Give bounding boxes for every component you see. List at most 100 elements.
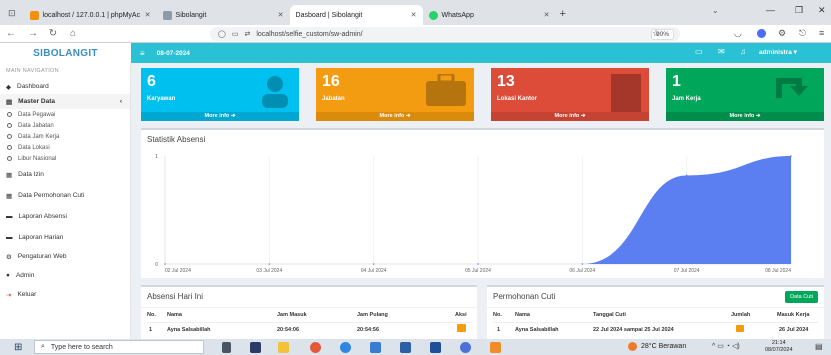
briefcase-icon [426, 74, 466, 106]
sidebar-sub-data-lokasi[interactable]: Data Lokasi [0, 142, 130, 153]
sidebar-item-dashboard[interactable]: ◆ Dashboard [0, 79, 130, 94]
menu-icon[interactable]: ≡ [819, 28, 824, 38]
cell-nama: Ayna Salsabillah [167, 327, 211, 333]
sidebar-toggle-icon[interactable]: ≡ [140, 49, 145, 58]
calendar-icon: ▦ [6, 171, 13, 179]
tab-sibolangit[interactable]: Sibolangit ✕ [157, 5, 290, 25]
sidebar-item-master-data[interactable]: ▤ Master Data ‹ [0, 94, 130, 109]
close-tab-icon[interactable]: ✕ [145, 11, 151, 19]
clock[interactable]: 21:14 08/07/2024 [765, 340, 793, 354]
sidebar-sub-data-pegawai[interactable]: Data Pegawai [0, 109, 130, 120]
sidebar-heading: MAIN NAVIGATION [6, 68, 59, 74]
sidebar-sub-data-jam-kerja[interactable]: Data Jam Kerja [0, 131, 130, 142]
vpn-icon[interactable] [757, 29, 766, 38]
url-text: localhost/selfie_custom/sw-admin/ [256, 30, 363, 38]
more-info-link[interactable]: More info ➔ [141, 112, 299, 121]
user-menu[interactable]: administra ▾ [759, 48, 797, 56]
col-header: No. [147, 312, 156, 318]
notifications-icon[interactable]: ▤ [815, 342, 823, 351]
file-explorer-icon[interactable] [278, 341, 289, 353]
cogs-icon: ⚙ [6, 253, 12, 261]
url-field[interactable]: ◯ ▭ ⇄ localhost/selfie_custom/sw-admin/ … [210, 27, 680, 41]
info-box-lokasi-kantor: 13 Lokasi Kantor More info ➔ [491, 68, 649, 121]
report-icon: ▬ [6, 213, 13, 220]
tab-label: WhatsApp [441, 11, 474, 19]
tab-label: Dasboard | Sibolangit [295, 11, 363, 19]
data-point [477, 263, 479, 265]
users-icon [262, 76, 288, 108]
tab-list-icon[interactable]: ⊡ [8, 8, 16, 19]
info-box-karyawan: 6 Karyawan More info ➔ [141, 68, 299, 121]
browser-tab-bar: ⊡ localhost / 127.0.0.1 | phpMyAc ✕ Sibol… [0, 0, 831, 25]
forward-icon[interactable]: → [26, 28, 40, 39]
jumlah-badge [736, 325, 744, 332]
maximize-icon[interactable]: ❐ [795, 5, 803, 16]
sidebar-item-laporan-absensi[interactable]: ▬ Laporan Absensi [0, 209, 130, 224]
close-window-icon[interactable]: ✕ [818, 5, 826, 16]
taskbar-search[interactable]: ⌕ Type here to search [34, 340, 204, 354]
settings-app-icon[interactable] [460, 341, 471, 353]
sidebar-item-label: Dashboard [17, 83, 49, 90]
col-header: Nama [515, 312, 530, 318]
mail-icon[interactable] [430, 341, 441, 353]
sidebar-item-keluar[interactable]: ⇥ Keluar [0, 287, 130, 302]
signout-icon: ⇥ [6, 291, 12, 299]
sidebar-item-data-izin[interactable]: ▦ Data Izin [0, 167, 130, 182]
sidebar-item-pengaturan-web[interactable]: ⚙ Pengaturan Web [0, 249, 130, 264]
tab-dashboard[interactable]: Dasboard | Sibolangit ✕ [289, 5, 423, 25]
sidebar-sub-data-jabatan[interactable]: Data Jabatan [0, 120, 130, 131]
minimize-icon[interactable]: — [766, 5, 775, 15]
back-icon[interactable]: ← [4, 28, 18, 39]
address-bar-row: ← → ↻ ⌂ ◯ ▭ ⇄ localhost/selfie_custom/sw… [0, 25, 831, 43]
x-tick-label: 08 Jul 2024 [765, 268, 791, 274]
chrome-icon[interactable] [340, 341, 351, 353]
close-tab-icon[interactable]: ✕ [411, 11, 417, 19]
windows-start-icon[interactable]: ⊞ [14, 342, 22, 353]
reload-icon[interactable]: ↻ [46, 28, 60, 39]
firefox-icon[interactable] [310, 341, 321, 353]
bell-icon[interactable]: ♫ [740, 47, 746, 56]
chevron-down-icon[interactable]: ⌄ [712, 6, 719, 15]
tab-whatsapp[interactable]: WhatsApp ✕ [423, 5, 556, 25]
cell-no: 1 [149, 327, 153, 333]
shield-icon: ◯ [218, 31, 226, 38]
share-icon[interactable]: ⎋ [799, 28, 806, 39]
data-cuti-button[interactable]: Data Cuti [785, 291, 818, 303]
weather-text[interactable]: 28°C Berawan [641, 343, 686, 350]
extension-icon[interactable]: ⚙ [778, 28, 786, 39]
teams-icon[interactable] [250, 341, 261, 353]
more-info-link[interactable]: More info ➔ [666, 112, 824, 121]
monitor-icon[interactable]: ▭ [695, 47, 703, 56]
pocket-icon[interactable]: ◡ [734, 28, 742, 39]
sidebar-sub-libur-nasional[interactable]: Libur Nasional [0, 153, 130, 164]
xampp-icon[interactable] [490, 341, 501, 353]
sidebar-item-label: Data Permohonan Cuti [18, 192, 85, 199]
absensi-panel: Absensi Hari Ini No. Nama Jam Masuk Jam … [141, 285, 477, 339]
col-header: No. [493, 312, 502, 318]
more-info-link[interactable]: More info ➔ [316, 112, 474, 121]
x-tick-label: 05 Jul 2024 [465, 268, 491, 274]
star-icon[interactable]: ☆ [652, 28, 660, 39]
task-view-icon[interactable] [222, 341, 231, 353]
new-tab-icon[interactable]: + [560, 8, 566, 20]
more-info-link[interactable]: More info ➔ [491, 112, 649, 121]
sidebar-item-permohonan-cuti[interactable]: ▦ Data Permohonan Cuti [0, 188, 130, 203]
taskbar-app-icon[interactable] [370, 341, 381, 353]
sidebar-item-admin[interactable]: ● Admin [0, 268, 130, 283]
site-icon [162, 10, 172, 20]
view-action-button[interactable] [457, 324, 466, 332]
store-icon[interactable] [400, 341, 411, 353]
box-label: Lokasi Kantor [497, 96, 538, 102]
close-tab-icon[interactable]: ✕ [544, 11, 550, 19]
home-icon[interactable]: ⌂ [66, 28, 80, 39]
tab-phpmyadmin[interactable]: localhost / 127.0.0.1 | phpMyAc ✕ [24, 5, 157, 25]
system-tray-icons[interactable]: ^ ▭ ◔ ◁) [712, 342, 740, 350]
notification-icon[interactable]: ✉ [718, 47, 725, 56]
sidebar-item-label: Admin [15, 272, 35, 279]
sidebar-item-label: Data Jam Kerja [18, 133, 60, 140]
col-header: Jumlah [731, 312, 751, 318]
sidebar-item-laporan-harian[interactable]: ▬ Laporan Harian [0, 230, 130, 245]
brand-logo[interactable]: SIBOLANGIT [0, 43, 131, 63]
close-tab-icon[interactable]: ✕ [278, 11, 284, 19]
data-point [581, 263, 584, 265]
